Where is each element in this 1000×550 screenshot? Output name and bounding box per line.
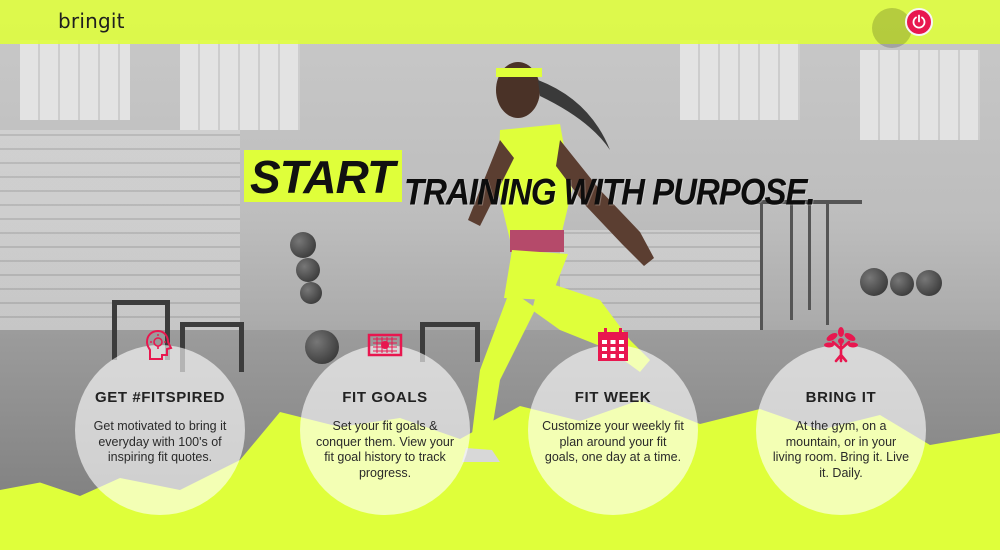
top-navigation-bar: bringit <box>0 0 1000 48</box>
medicine-ball <box>916 270 942 296</box>
calendar-icon <box>593 325 633 365</box>
lightbulb-head-icon <box>140 325 180 365</box>
feature-fit-goals[interactable]: FIT GOALS Set your fit goals & conquer t… <box>300 333 470 515</box>
medicine-ball <box>290 232 316 258</box>
hero-tagline: TRAINING WITH PURPOSE. <box>404 170 816 213</box>
medicine-ball <box>305 330 339 364</box>
rope <box>760 200 763 330</box>
rope <box>826 200 829 325</box>
feature-description: Get motivated to bring it everyday with … <box>93 419 227 464</box>
power-button[interactable] <box>905 8 933 36</box>
tree-person-icon <box>821 325 861 365</box>
feature-title: FIT WEEK <box>574 389 652 406</box>
medicine-ball <box>296 258 320 282</box>
goal-net-icon <box>365 325 405 365</box>
feature-description: Set your fit goals & conquer them. View … <box>315 419 455 480</box>
power-icon <box>912 14 926 29</box>
feature-fitspired[interactable]: GET #FITSPIRED Get motivated to bring it… <box>75 329 245 515</box>
feature-bring-it[interactable]: BRING IT At the gym, on a mountain, or i… <box>756 327 926 515</box>
gym-window <box>680 40 800 120</box>
rope <box>790 200 793 320</box>
feature-title: GET #FITSPIRED <box>94 389 226 406</box>
gym-window <box>860 50 980 140</box>
medicine-ball <box>860 268 888 296</box>
feature-fit-week[interactable]: FIT WEEK Customize your weekly fit plan … <box>528 328 698 515</box>
medicine-ball <box>890 272 914 296</box>
hero-highlight: START <box>244 150 403 203</box>
feature-title: FIT GOALS <box>342 389 428 406</box>
medicine-ball <box>300 282 322 304</box>
feature-description: Customize your weekly fit plan around yo… <box>542 419 684 464</box>
brand-logo[interactable]: bringit <box>58 9 125 33</box>
feature-title: BRING IT <box>805 389 877 406</box>
gym-window <box>20 40 130 120</box>
rope <box>808 200 811 310</box>
gym-window <box>180 40 300 130</box>
feature-description: At the gym, on a mountain, or in your li… <box>772 419 910 480</box>
